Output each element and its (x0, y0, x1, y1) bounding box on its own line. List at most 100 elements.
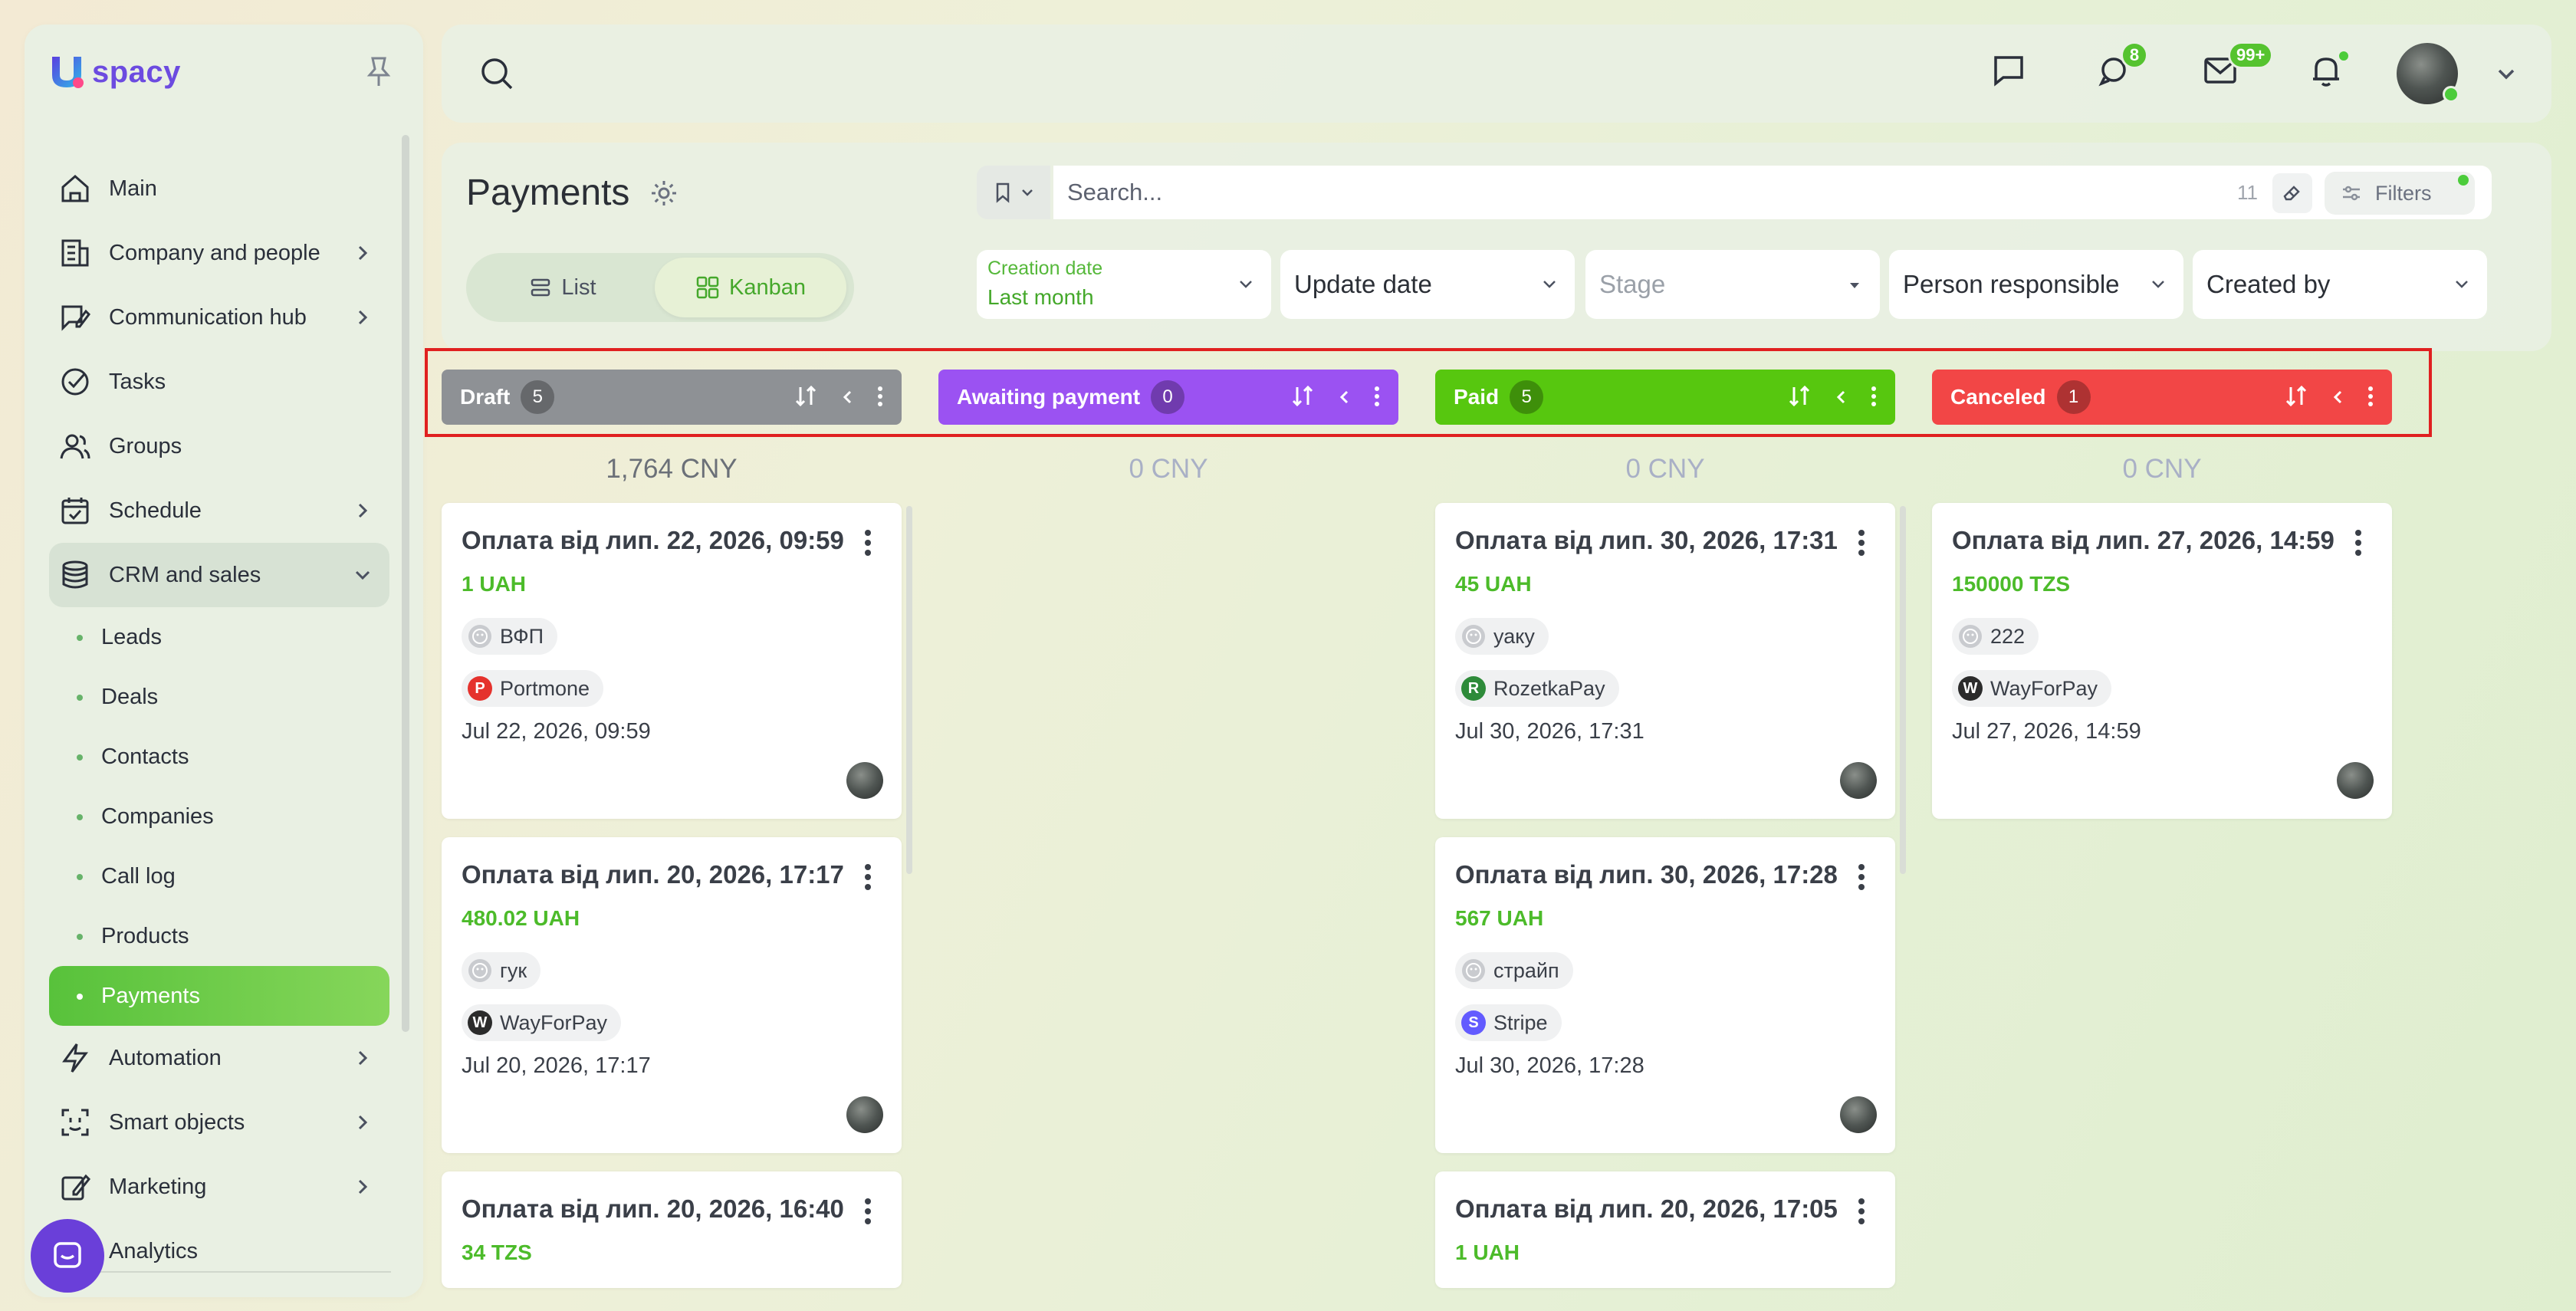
filters-active-dot (2458, 175, 2469, 186)
message-icon[interactable] (1986, 48, 2032, 94)
payment-card[interactable]: Оплата від лип. 22, 2026, 09:59 1 UAH ВФП P… (442, 503, 902, 819)
sidebar-sub-call-log[interactable]: Call log (49, 846, 389, 906)
filter-person-responsible[interactable]: Person responsible (1889, 250, 2183, 319)
sidebar-item-groups[interactable]: Groups (49, 414, 389, 478)
avatar[interactable] (1840, 762, 1877, 799)
sort-icon[interactable] (2283, 383, 2309, 415)
view-list-button[interactable]: List (471, 258, 655, 317)
more-vertical-icon[interactable] (1857, 863, 1866, 891)
filters-label: Filters (2375, 181, 2432, 205)
payment-card[interactable]: Оплата від лип. 20, 2026, 17:05 1 UAH (1435, 1171, 1895, 1288)
pin-icon[interactable] (362, 54, 396, 90)
filter-creation-date-label: Creation date (987, 258, 1103, 279)
provider-chip[interactable]: S Stripe (1455, 1004, 1562, 1041)
sidebar-sub-companies[interactable]: Companies (49, 787, 389, 846)
more-vertical-icon[interactable] (877, 386, 883, 412)
column-title: Awaiting payment (957, 385, 1141, 409)
bullet-icon (77, 754, 83, 761)
view-kanban-button[interactable]: Kanban (655, 258, 846, 317)
sidebar-item-company[interactable]: Company and people (49, 221, 389, 285)
chevron-down-icon[interactable] (2493, 61, 2519, 87)
saved-filters-button[interactable] (977, 166, 1050, 219)
provider-chip[interactable]: W WayForPay (462, 1004, 622, 1041)
card-amount: 567 UAH (1455, 906, 1544, 930)
collapse-left-icon[interactable] (1832, 387, 1851, 412)
kanban-icon (696, 276, 719, 299)
sidebar-scrollbar[interactable] (402, 135, 409, 1032)
provider-chip[interactable]: R RozetkaPay (1455, 670, 1619, 707)
contact-chip[interactable]: гук (462, 952, 541, 989)
sort-icon[interactable] (1290, 383, 1316, 415)
card-title: Оплата від лип. 30, 2026, 17:31 (1455, 526, 1838, 554)
contact-chip[interactable]: ВФП (462, 618, 558, 655)
logo[interactable]: spacy (48, 51, 181, 94)
contact-icon (1461, 624, 1486, 649)
avatar[interactable] (2337, 762, 2374, 799)
column-scrollbar[interactable] (1900, 506, 1906, 874)
chevron-right-icon (358, 245, 368, 261)
chevron-right-icon (358, 310, 368, 325)
card-amount: 1 UAH (462, 572, 527, 596)
filter-stage[interactable]: Stage (1585, 250, 1880, 319)
search-icon[interactable] (474, 51, 520, 97)
provider-logo-icon: R (1461, 676, 1486, 701)
sidebar-sub-deals[interactable]: Deals (49, 667, 389, 727)
avatar[interactable] (846, 1096, 883, 1133)
sort-icon[interactable] (1786, 383, 1812, 415)
column-tools (1786, 383, 1877, 415)
provider-chip[interactable]: W WayForPay (1952, 670, 2112, 707)
clear-search-button[interactable] (2272, 173, 2312, 213)
support-chat-button[interactable] (31, 1219, 104, 1293)
sidebar-item-crm[interactable]: CRM and sales (49, 543, 389, 607)
column-scrollbar[interactable] (906, 506, 912, 874)
chevron-right-icon (358, 1115, 368, 1130)
sidebar-item-main[interactable]: Main (49, 156, 389, 221)
filter-created-by[interactable]: Created by (2193, 250, 2487, 319)
column-tools (1290, 383, 1380, 415)
sidebar-sub-products[interactable]: Products (49, 906, 389, 966)
more-vertical-icon[interactable] (1857, 1198, 1866, 1225)
sidebar: spacy Main Company and people Communicat… (25, 25, 423, 1297)
sidebar-item-label: Marketing (109, 1174, 207, 1199)
sidebar-item-communication[interactable]: Communication hub (49, 285, 389, 350)
gear-icon[interactable] (649, 178, 679, 209)
more-vertical-icon[interactable] (863, 529, 872, 557)
more-vertical-icon[interactable] (1857, 529, 1866, 557)
filter-update-date[interactable]: Update date (1280, 250, 1575, 319)
collapse-left-icon[interactable] (839, 387, 857, 412)
more-vertical-icon[interactable] (2354, 529, 2363, 557)
chats-badge: 8 (2121, 41, 2148, 69)
sidebar-item-label: Smart objects (109, 1109, 245, 1135)
contact-chip[interactable]: 222 (1952, 618, 2039, 655)
filter-creation-date[interactable]: Creation date Last month (977, 250, 1271, 319)
payment-card[interactable]: Оплата від лип. 30, 2026, 17:31 45 UAH уак… (1435, 503, 1895, 819)
payment-card[interactable]: Оплата від лип. 30, 2026, 17:28 567 UAH ст… (1435, 837, 1895, 1153)
sort-icon[interactable] (793, 383, 819, 415)
payment-card[interactable]: Оплата від лип. 20, 2026, 16:40 34 TZS (442, 1171, 902, 1288)
sidebar-item-tasks[interactable]: Tasks (49, 350, 389, 414)
collapse-left-icon[interactable] (1336, 387, 1354, 412)
contact-name: уаку (1493, 624, 1535, 648)
collapse-left-icon[interactable] (2329, 387, 2348, 412)
more-vertical-icon[interactable] (2367, 386, 2374, 412)
sidebar-sub-contacts[interactable]: Contacts (49, 727, 389, 787)
contact-chip[interactable]: уаку (1455, 618, 1549, 655)
more-vertical-icon[interactable] (1871, 386, 1877, 412)
provider-name: WayForPay (1990, 676, 2098, 700)
contact-chip[interactable]: страйп (1455, 952, 1573, 989)
sidebar-sub-leads[interactable]: Leads (49, 607, 389, 667)
sidebar-item-schedule[interactable]: Schedule (49, 478, 389, 543)
filters-button[interactable]: Filters (2325, 172, 2475, 215)
more-vertical-icon[interactable] (863, 863, 872, 891)
sidebar-sub-payments[interactable]: Payments (49, 966, 389, 1026)
more-vertical-icon[interactable] (1374, 386, 1380, 412)
payment-card[interactable]: Оплата від лип. 20, 2026, 17:17 480.02 UA… (442, 837, 902, 1153)
sidebar-item-automation[interactable]: Automation (49, 1026, 389, 1090)
avatar[interactable] (846, 762, 883, 799)
sidebar-item-marketing[interactable]: Marketing (49, 1155, 389, 1219)
payment-card[interactable]: Оплата від лип. 27, 2026, 14:59 150000 TZ… (1932, 503, 2392, 819)
avatar[interactable] (1840, 1096, 1877, 1133)
provider-chip[interactable]: P Portmone (462, 670, 604, 707)
sidebar-item-smart-objects[interactable]: Smart objects (49, 1090, 389, 1155)
more-vertical-icon[interactable] (863, 1198, 872, 1225)
